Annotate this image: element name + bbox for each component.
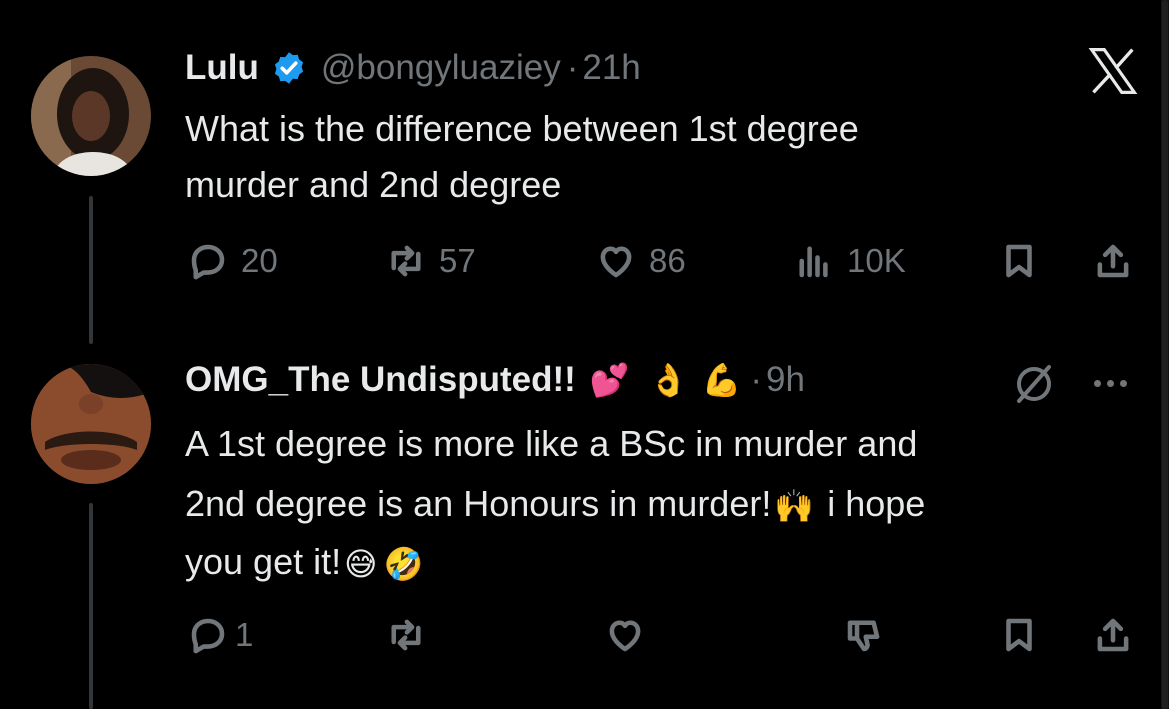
reply-icon (191, 618, 225, 654)
retweet-count: 57 (439, 242, 476, 279)
separator-dot: · (566, 48, 579, 87)
reply-count: 20 (241, 242, 278, 279)
bookmark-icon (1006, 618, 1032, 652)
tweet-text-line-2: murder and 2nd degree (185, 164, 562, 205)
tweet-header: Lulu @bongyluaziey · 21h (185, 48, 641, 88)
reply-text-line-3: you get it!😅 🤣 (185, 534, 426, 590)
reply-text-line-2: 2nd degree is an Honours in murder!🙌 i h… (185, 476, 925, 532)
tweet-time[interactable]: 21h (582, 48, 640, 88)
like-button[interactable]: 86 (595, 240, 686, 282)
flexed-biceps-emoji: 💪 (701, 362, 742, 398)
author-handle[interactable]: @bongyluaziey (321, 48, 561, 88)
avatar-omg-image (31, 364, 151, 484)
verified-badge-icon (274, 52, 303, 84)
reply-like-button[interactable] (604, 614, 646, 656)
rolling-laughing-emoji: 🤣 (383, 546, 424, 583)
grinning-sweat-emoji: 😅 (344, 546, 378, 583)
reply-time[interactable]: 9h (766, 360, 805, 400)
reply-button[interactable]: 20 (187, 240, 278, 282)
tweet-text-line-1: What is the difference between 1st degre… (185, 108, 859, 149)
grok-icon[interactable] (1010, 360, 1058, 408)
author-name[interactable]: Lulu (185, 48, 259, 88)
reply-retweet-button[interactable] (385, 614, 427, 656)
more-dot (1120, 380, 1127, 387)
like-count: 86 (649, 242, 686, 279)
share-button[interactable] (1092, 240, 1134, 282)
more-dot (1107, 380, 1114, 387)
views-button[interactable]: 10K (793, 240, 906, 282)
views-icon (799, 246, 828, 278)
retweet-icon (391, 619, 421, 651)
dislike-icon (847, 620, 880, 652)
like-icon (600, 246, 632, 278)
share-icon (1097, 618, 1129, 652)
scrollbar-thumb[interactable] (1162, 0, 1168, 709)
reply-separator-dot: · (750, 360, 762, 399)
retweet-icon (391, 245, 421, 277)
thread-line (89, 196, 93, 344)
thread-line-continuation (89, 503, 93, 709)
reply-share-button[interactable] (1092, 614, 1134, 656)
reply-author-name[interactable]: OMG_The Undisputed!! (185, 360, 576, 400)
two-hearts-emoji: 💕 (589, 362, 630, 398)
reply-text-line-1: A 1st degree is more like a BSc in murde… (185, 423, 918, 464)
retweet-button[interactable]: 57 (385, 240, 476, 282)
avatar-lulu-image (31, 56, 151, 176)
avatar-lulu[interactable] (31, 56, 151, 176)
raising-hands-emoji: 🙌 (774, 488, 815, 525)
reply-text-line-2-end: i hope (817, 483, 926, 524)
reply-bookmark-button[interactable] (998, 614, 1040, 656)
like-icon (609, 620, 641, 652)
scrollbar[interactable] (1161, 0, 1169, 709)
reply-reply-button[interactable]: 1 (187, 614, 253, 656)
reply-text-line-3-text: you get it! (185, 541, 342, 582)
more-icon[interactable] (1094, 380, 1127, 387)
reply-dislike-button[interactable] (843, 614, 885, 656)
more-dot (1094, 380, 1101, 387)
reply-reply-count: 1 (235, 616, 254, 653)
bookmark-icon (1006, 244, 1032, 278)
share-icon (1097, 244, 1129, 278)
ok-hand-emoji: 👌 (648, 362, 689, 398)
reply-icon (191, 244, 225, 280)
avatar-omg[interactable] (31, 364, 151, 484)
reply-header: OMG_The Undisputed!! 💕 👌 💪 · 9h (185, 360, 805, 400)
views-count: 10K (847, 242, 906, 279)
x-logo-icon[interactable] (1086, 44, 1140, 98)
reply-text-line-2-start: 2nd degree is an Honours in murder! (185, 483, 772, 524)
bookmark-button[interactable] (998, 240, 1040, 282)
